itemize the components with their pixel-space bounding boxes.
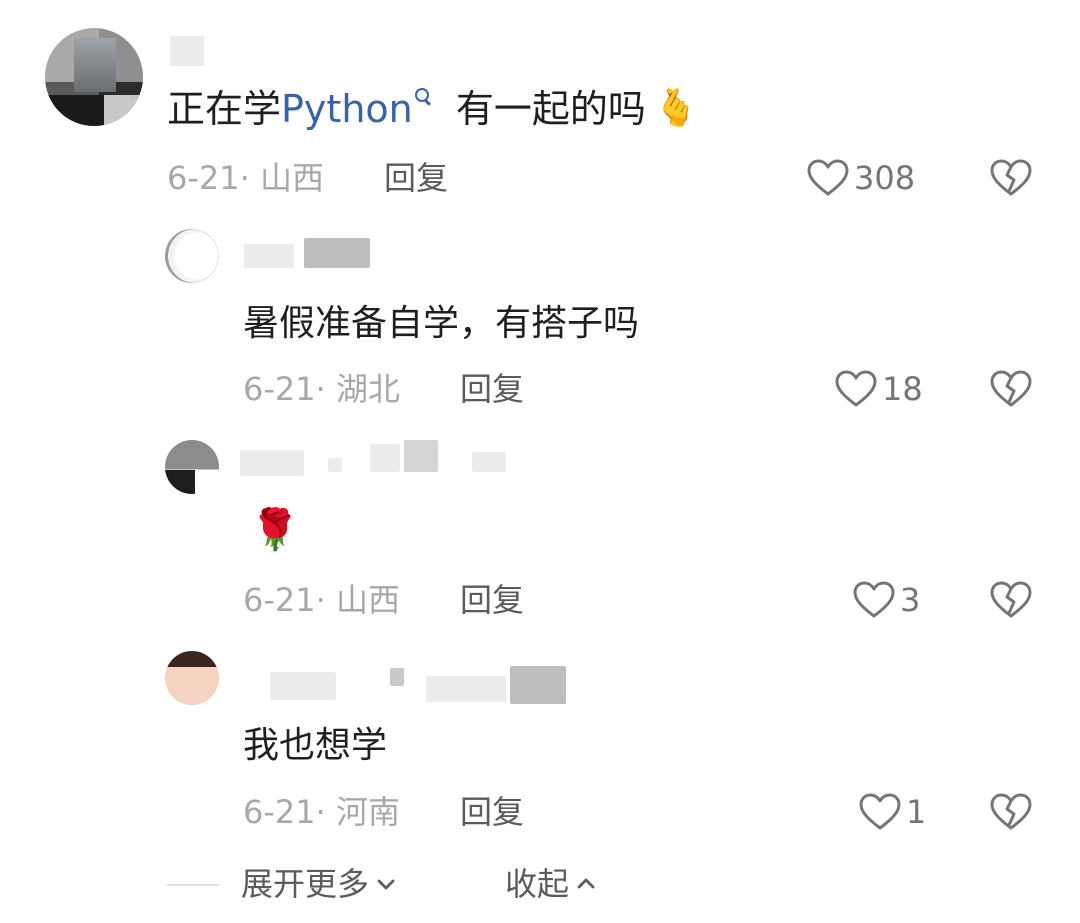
search-icon	[414, 88, 430, 110]
like-button[interactable]: 3	[852, 580, 920, 620]
reply-button[interactable]: 回复	[384, 158, 448, 198]
username-redacted	[404, 440, 438, 472]
collapse-label: 收起	[505, 865, 570, 903]
broken-heart-icon[interactable]	[989, 580, 1033, 620]
like-count: 308	[854, 159, 916, 197]
comment-text-suffix: 有一起的吗	[455, 87, 646, 131]
like-button[interactable]: 308	[806, 158, 915, 198]
username-redacted[interactable]	[270, 672, 336, 700]
avatar[interactable]	[165, 229, 219, 283]
username-redacted	[426, 676, 506, 702]
avatar[interactable]	[165, 440, 219, 494]
broken-heart-icon[interactable]	[989, 369, 1033, 409]
comment-thread: 正在学Python 有一起的吗 🫰 6-21· 山西 回复 308 暑假准备自学，…	[0, 0, 1080, 923]
expand-more-label: 展开更多	[241, 865, 370, 903]
comment-text: 暑假准备自学，有搭子吗	[243, 303, 640, 344]
comment-date-location: 6-21· 山西	[167, 159, 324, 197]
avatar[interactable]	[165, 651, 219, 705]
username-redacted[interactable]	[170, 36, 204, 66]
rose-emoji: 🌹	[250, 507, 300, 553]
search-link-label: Python	[281, 87, 413, 131]
avatar[interactable]	[45, 28, 143, 126]
username-redacted	[328, 458, 342, 472]
like-count: 3	[900, 581, 921, 619]
broken-heart-icon[interactable]	[989, 158, 1033, 198]
like-count: 1	[906, 793, 927, 831]
chevron-up-icon	[577, 878, 595, 889]
comment-text: 正在学Python 有一起的吗 🫰	[167, 84, 699, 134]
reply-button[interactable]: 回复	[460, 369, 524, 409]
like-button[interactable]: 1	[858, 792, 926, 832]
finger-heart-emoji: 🫰	[653, 88, 699, 129]
broken-heart-icon[interactable]	[989, 792, 1033, 832]
collapse-button[interactable]: 收起	[505, 864, 597, 904]
comment-text: 我也想学	[243, 725, 388, 766]
heart-outline-icon	[859, 793, 901, 830]
reply-to-arrow	[390, 668, 404, 686]
reply-button[interactable]: 回复	[460, 792, 524, 832]
heart-outline-icon	[807, 159, 849, 196]
divider	[167, 884, 219, 886]
comment-date-location: 6-21· 湖北	[243, 370, 400, 408]
comment-date-location: 6-21· 河南	[243, 793, 400, 831]
username-redacted	[370, 444, 400, 472]
expand-more-button[interactable]: 展开更多	[241, 864, 397, 904]
comment-text-prefix: 正在学	[167, 87, 282, 131]
like-count: 18	[882, 370, 923, 408]
reply-button[interactable]: 回复	[460, 580, 524, 620]
comment-date-location: 6-21· 山西	[243, 581, 400, 619]
heart-outline-icon	[835, 370, 877, 407]
chevron-down-icon	[377, 879, 395, 890]
heart-outline-icon	[853, 581, 895, 618]
like-button[interactable]: 18	[834, 369, 923, 409]
search-link[interactable]: Python	[281, 87, 430, 131]
username-redacted	[304, 238, 370, 268]
username-redacted[interactable]	[244, 244, 294, 268]
username-redacted	[472, 452, 506, 472]
username-redacted[interactable]	[240, 450, 304, 476]
username-redacted	[510, 666, 566, 704]
